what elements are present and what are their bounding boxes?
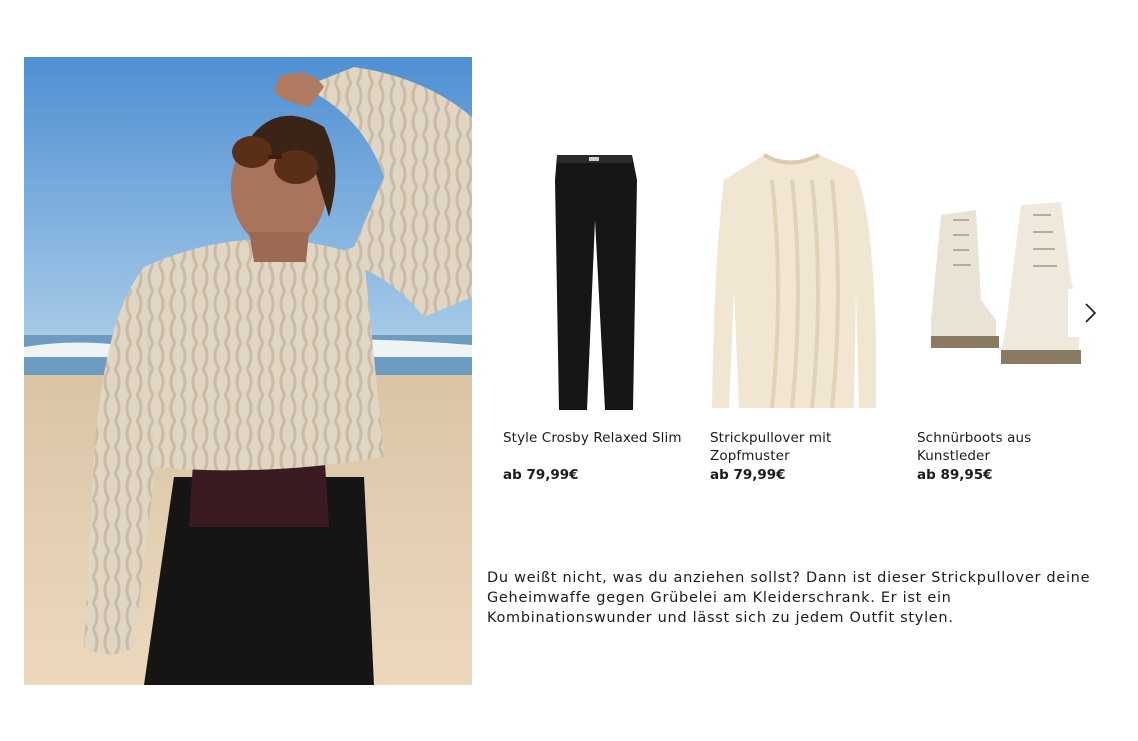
product-price: ab 79,99€ bbox=[503, 467, 579, 483]
jeans-icon bbox=[555, 155, 637, 410]
product-name[interactable]: Schnürboots aus Kunstleder bbox=[917, 429, 1097, 465]
product-carousel: Style Crosby Relaxed Slim ab 79,99€ Stri… bbox=[487, 140, 1127, 500]
carousel-next-button[interactable] bbox=[1068, 289, 1112, 337]
product-name[interactable]: Style Crosby Relaxed Slim bbox=[503, 429, 683, 447]
product-image-sweater[interactable] bbox=[694, 140, 884, 420]
product-card[interactable]: Schnürboots aus Kunstleder ab 89,95€ bbox=[901, 140, 1091, 500]
product-image-jeans[interactable] bbox=[487, 140, 677, 420]
product-price: ab 89,95€ bbox=[917, 467, 993, 483]
product-card[interactable]: Strickpullover mit Zopfmuster ab 79,99€ bbox=[694, 140, 884, 500]
chevron-right-icon bbox=[1085, 303, 1097, 323]
model-illustration bbox=[24, 57, 472, 685]
boot-icon bbox=[931, 202, 1081, 364]
product-price: ab 79,99€ bbox=[710, 467, 786, 483]
product-card[interactable]: Style Crosby Relaxed Slim ab 79,99€ bbox=[487, 140, 681, 500]
hero-image bbox=[24, 57, 472, 685]
product-name[interactable]: Strickpullover mit Zopfmuster bbox=[710, 429, 890, 465]
description-text: Du weißt nicht, was du anziehen sollst? … bbox=[487, 570, 1091, 626]
product-image-boots[interactable] bbox=[901, 140, 1091, 420]
sweater-icon bbox=[712, 153, 876, 409]
